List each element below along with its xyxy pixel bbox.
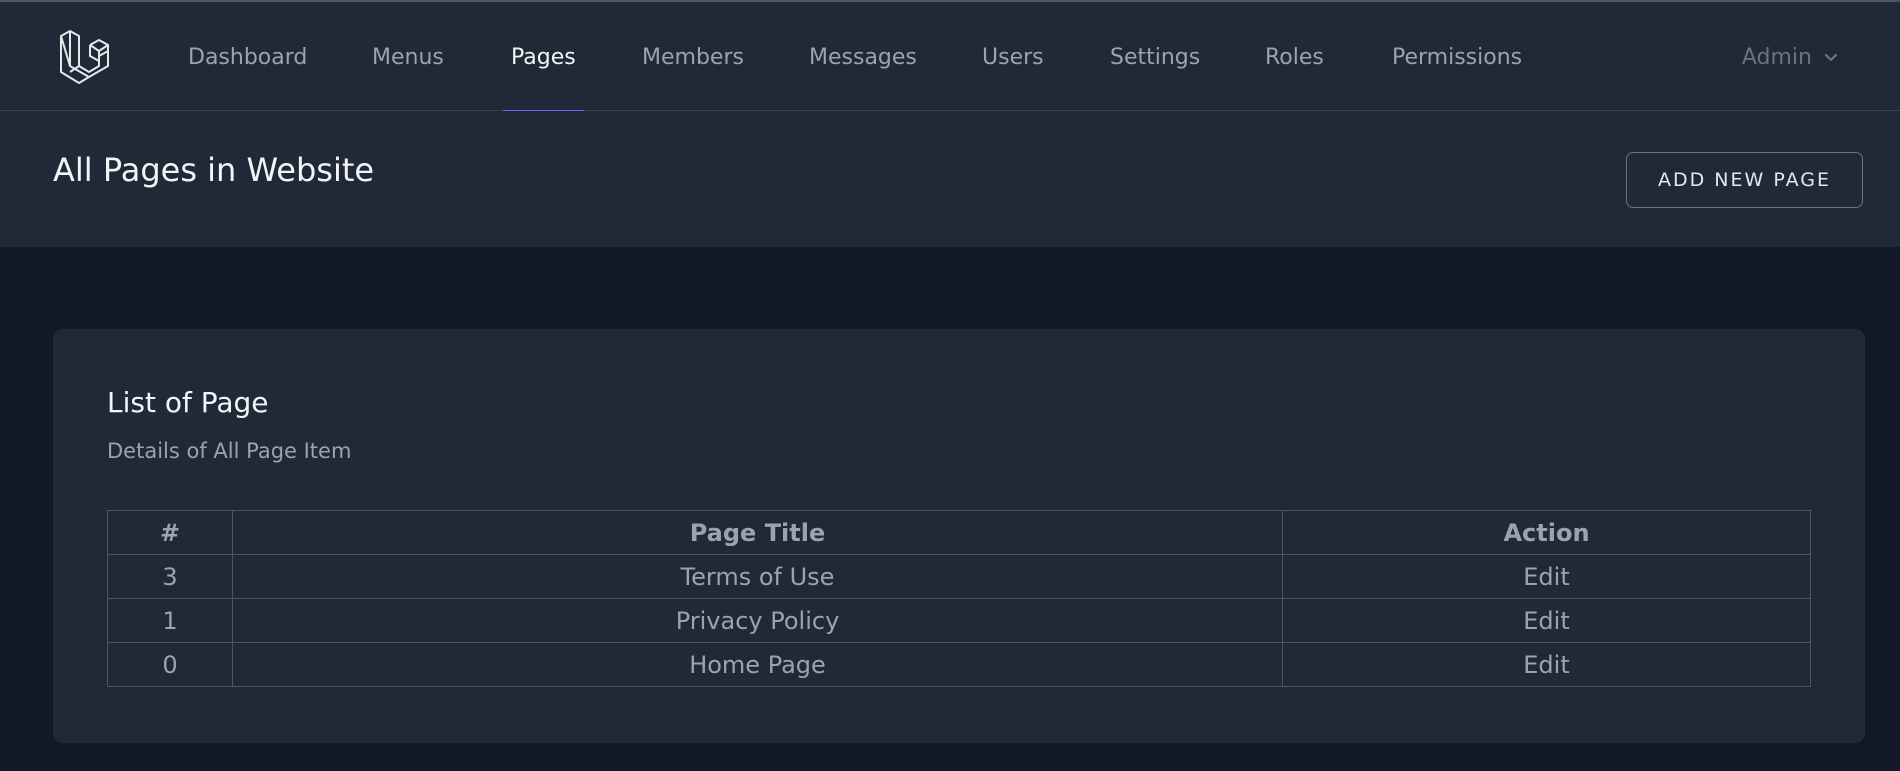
row-page-title: Home Page [232, 642, 1283, 687]
column-header-page-title: Page Title [232, 510, 1283, 555]
chevron-down-icon [1824, 53, 1838, 61]
page-title: All Pages in Website [53, 151, 375, 189]
table-row: 3 Terms of Use Edit [107, 554, 1811, 599]
top-navbar: Dashboard Menus Pages Members Messages U… [0, 0, 1900, 113]
nav-item-permissions[interactable]: Permissions [1392, 2, 1522, 113]
row-id: 3 [107, 554, 233, 599]
page-header: All Pages in Website ADD NEW PAGE [0, 111, 1900, 247]
card-subtitle: Details of All Page Item [107, 439, 352, 463]
nav-item-messages[interactable]: Messages [809, 2, 917, 113]
laravel-logo-icon[interactable] [57, 30, 115, 88]
row-page-title: Privacy Policy [232, 598, 1283, 643]
edit-link[interactable]: Edit [1282, 554, 1811, 599]
user-name: Admin [1741, 45, 1812, 70]
table-row: 0 Home Page Edit [107, 642, 1811, 687]
card-title: List of Page [107, 386, 269, 419]
user-menu[interactable]: Admin [1742, 2, 1840, 113]
nav-item-menus[interactable]: Menus [372, 2, 444, 113]
nav-item-users[interactable]: Users [982, 2, 1044, 113]
row-page-title: Terms of Use [232, 554, 1283, 599]
row-id: 1 [107, 598, 233, 643]
table-row: 1 Privacy Policy Edit [107, 598, 1811, 643]
pages-card: List of Page Details of All Page Item # … [53, 329, 1865, 743]
pages-table: # Page Title Action 3 Terms of Use Edit … [107, 510, 1811, 687]
nav-item-roles[interactable]: Roles [1265, 2, 1324, 113]
row-id: 0 [107, 642, 233, 687]
add-new-page-button[interactable]: ADD NEW PAGE [1626, 152, 1863, 208]
nav-item-pages[interactable]: Pages [503, 2, 584, 113]
nav-item-dashboard[interactable]: Dashboard [188, 2, 307, 113]
column-header-number: # [107, 510, 233, 555]
table-header-row: # Page Title Action [107, 510, 1811, 555]
edit-link[interactable]: Edit [1282, 642, 1811, 687]
edit-link[interactable]: Edit [1282, 598, 1811, 643]
column-header-action: Action [1282, 510, 1811, 555]
nav-item-settings[interactable]: Settings [1110, 2, 1200, 113]
nav-item-members[interactable]: Members [642, 2, 744, 113]
